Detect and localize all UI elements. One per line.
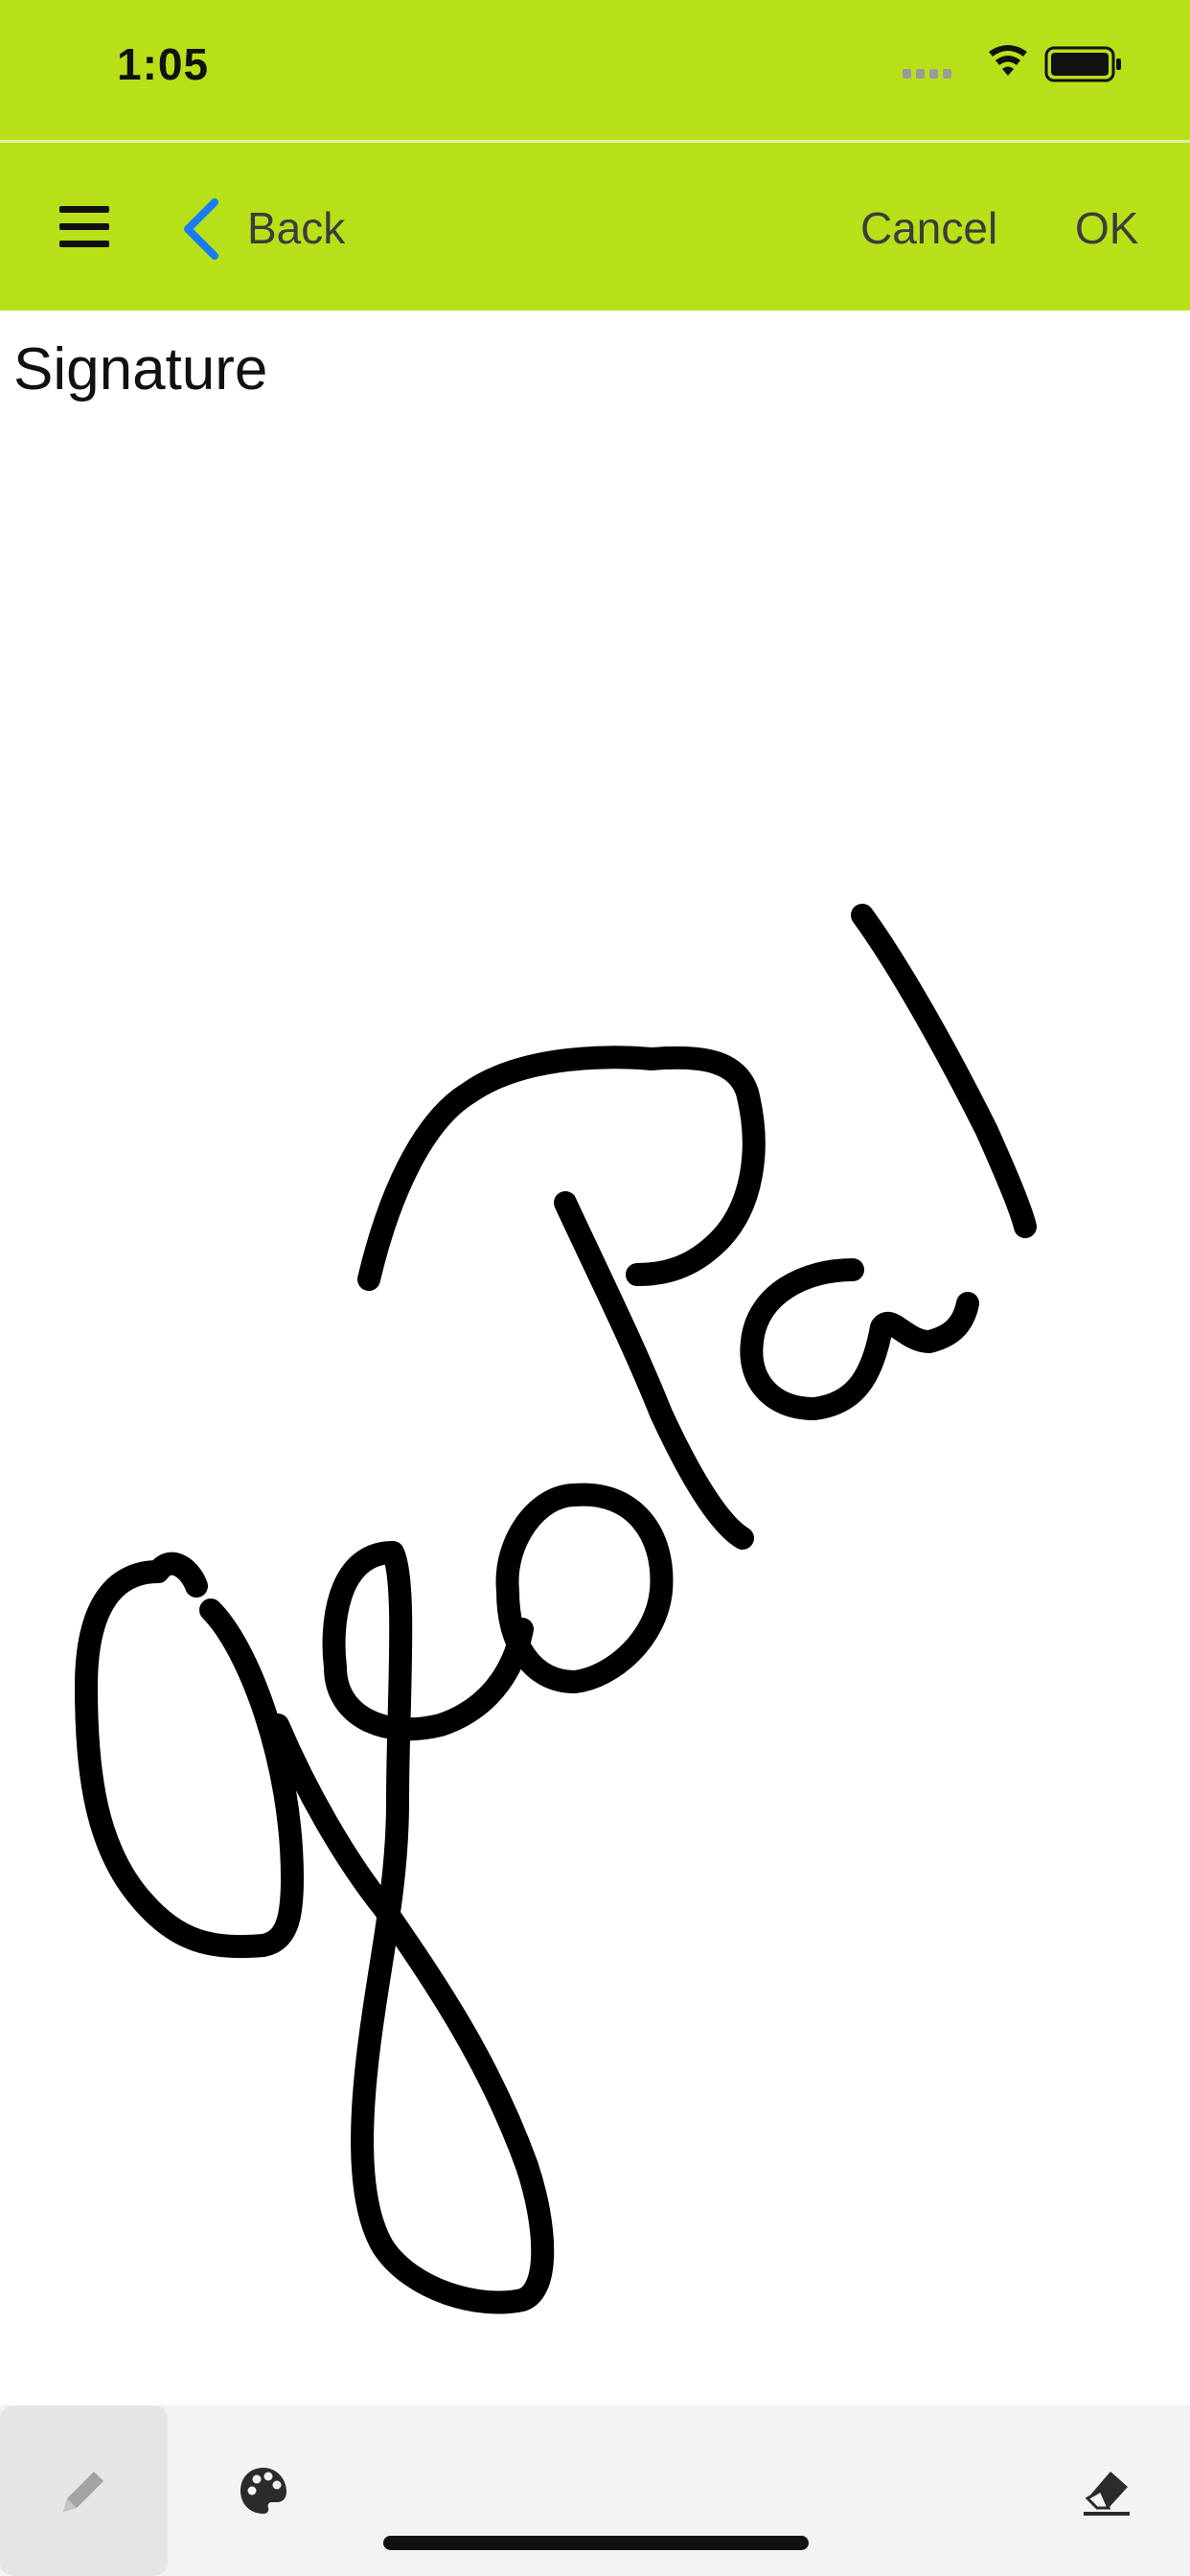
status-bar: 1:05 <box>0 0 1190 140</box>
back-label: Back <box>247 203 346 253</box>
nav-bar: Back Cancel OK <box>0 143 1190 310</box>
home-indicator[interactable] <box>383 2536 809 2550</box>
palette-icon <box>240 2468 286 2514</box>
battery-icon <box>1044 46 1121 82</box>
menu-icon-line <box>59 241 109 247</box>
cancel-button[interactable]: Cancel <box>860 202 997 254</box>
eraser-tool-button[interactable] <box>1044 2405 1169 2576</box>
menu-icon-line <box>59 206 109 213</box>
wifi-icon <box>989 45 1027 76</box>
menu-icon-line <box>59 223 109 230</box>
status-icons <box>903 42 1133 86</box>
signature-drawing <box>75 904 1037 2314</box>
ok-button[interactable]: OK <box>1075 202 1138 254</box>
menu-button[interactable] <box>59 206 109 248</box>
signature-pad[interactable] <box>0 422 1190 2405</box>
chevron-left-icon <box>184 198 218 260</box>
pencil-icon <box>62 2472 103 2512</box>
eraser-icon <box>1084 2472 1130 2516</box>
palette-tool-button[interactable] <box>206 2405 321 2576</box>
drawing-toolbar <box>0 2405 1190 2576</box>
page-title: Signature <box>13 336 268 402</box>
signal-icon <box>903 69 951 79</box>
status-time: 1:05 <box>117 39 210 89</box>
pencil-tool-button[interactable] <box>0 2405 168 2576</box>
